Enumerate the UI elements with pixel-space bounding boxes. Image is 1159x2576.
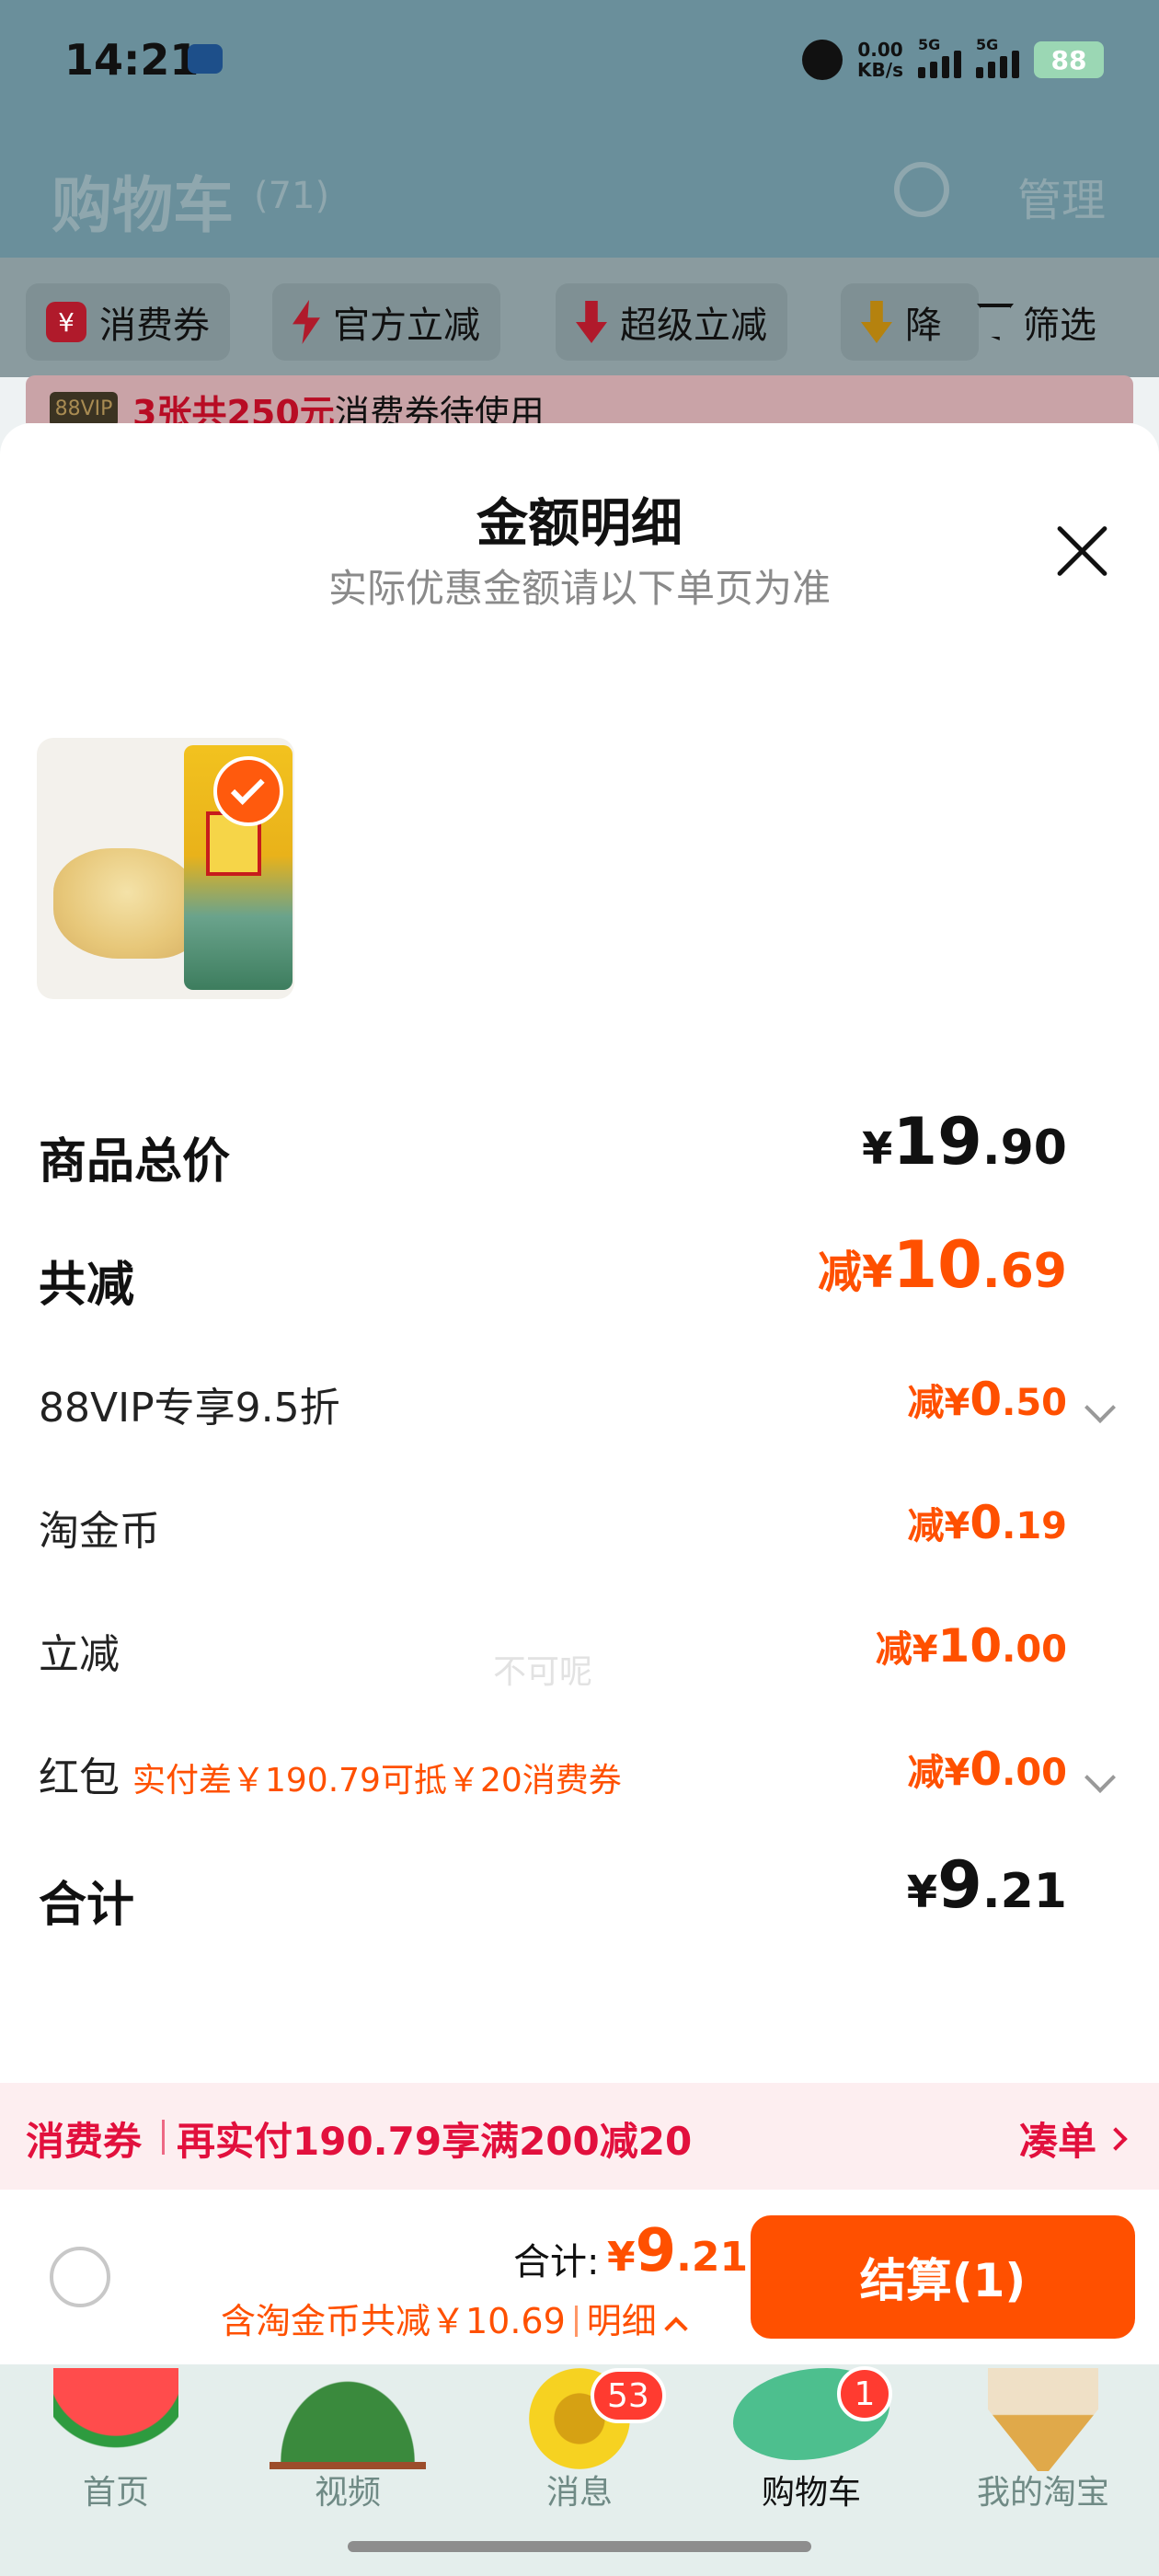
vip-badge: 88VIP bbox=[50, 392, 118, 423]
sheet-title: 金额明细 bbox=[476, 494, 683, 554]
fan-icon bbox=[270, 2368, 426, 2469]
sheet-subtitle: 实际优惠金额请以下单页为准 bbox=[327, 566, 831, 611]
divider bbox=[162, 2120, 165, 2155]
battery-icon: 88 bbox=[1034, 41, 1104, 78]
funnel-icon bbox=[977, 304, 1014, 340]
sum-label: 合计 bbox=[39, 1878, 135, 1933]
divider bbox=[574, 2306, 578, 2337]
total-price-value: ¥19.90 bbox=[862, 1104, 1067, 1179]
page-title: 购物车 bbox=[52, 170, 234, 241]
coupon-tag: 消费券 bbox=[26, 2119, 143, 2164]
instant-discount-value: 减¥10.00 bbox=[875, 1619, 1067, 1673]
filter-chip-official-discount[interactable]: 官方立减 bbox=[272, 283, 500, 361]
selected-check-icon bbox=[213, 756, 283, 826]
signal-icon: 5G bbox=[918, 36, 961, 78]
coin-discount-label: 淘金币 bbox=[39, 1508, 160, 1555]
alarm-icon bbox=[802, 40, 843, 80]
ice-cream-icon bbox=[988, 2368, 1098, 2471]
checkout-button[interactable]: 结算(1) bbox=[751, 2215, 1135, 2339]
cart-count: (71) bbox=[254, 175, 330, 217]
home-indicator[interactable] bbox=[348, 2541, 811, 2552]
signal-icon: 5G bbox=[976, 36, 1019, 78]
arrow-down-icon bbox=[861, 301, 892, 343]
watermark-text: 不可呢 bbox=[493, 1653, 593, 1691]
app-notification-icon bbox=[188, 44, 223, 74]
tab-video[interactable]: 视频 bbox=[256, 2364, 440, 2530]
cart-header: 购物车 (71) 管理 bbox=[0, 129, 1159, 258]
total-discount-value: 减¥10.69 bbox=[818, 1227, 1067, 1303]
manage-button[interactable]: 管理 bbox=[1017, 164, 1106, 228]
cart-count-badge: 1 bbox=[837, 2366, 892, 2421]
tab-my-taobao[interactable]: 我的淘宝 bbox=[951, 2364, 1135, 2530]
product-food-image bbox=[53, 848, 201, 959]
discount-detail-toggle[interactable]: 含淘金币共减￥10.69 明细 bbox=[221, 2293, 688, 2343]
instant-discount-label: 立减 bbox=[39, 1631, 120, 1678]
tab-messages[interactable]: 消息 53 bbox=[488, 2364, 671, 2530]
select-all-checkbox[interactable] bbox=[50, 2247, 110, 2307]
tab-home[interactable]: 首页 bbox=[24, 2364, 208, 2530]
coupon-icon: ¥ bbox=[46, 302, 86, 342]
checkout-total-value: ¥9.21 bbox=[607, 2217, 749, 2285]
chevron-right-icon bbox=[1104, 2127, 1128, 2151]
amount-detail-sheet: 金额明细 实际优惠金额请以下单页为准 商品总价 ¥19.90 共减 减¥10.6… bbox=[0, 423, 1159, 2364]
hongbao-label: 红包 实付差￥190.79可抵￥20消费券 bbox=[39, 1754, 622, 1801]
watermelon-icon bbox=[53, 2368, 178, 2466]
status-bar: 14:21 0.00 KB/s 5G 5G 88 bbox=[0, 0, 1159, 129]
filter-chip-super-discount[interactable]: 超级立减 bbox=[556, 283, 787, 361]
vip-discount-value: 减¥0.50 bbox=[907, 1373, 1068, 1426]
chevron-up-icon bbox=[664, 2317, 688, 2340]
total-discount-label: 共减 bbox=[39, 1258, 135, 1313]
vip-coupon-strip[interactable]: 88VIP 3张共250元消费券待使用 bbox=[26, 375, 1133, 423]
hongbao-value: 减¥0.00 bbox=[907, 1742, 1068, 1796]
status-indicators: 0.00 KB/s 5G 5G 88 bbox=[802, 36, 1104, 83]
checkout-bar: 合计: ¥9.21 含淘金币共减￥10.69 明细 结算(1) bbox=[0, 2190, 1159, 2364]
coin-discount-value: 减¥0.19 bbox=[907, 1496, 1068, 1549]
chevron-down-icon[interactable] bbox=[1084, 1392, 1116, 1423]
message-count-badge: 53 bbox=[591, 2368, 666, 2423]
sum-value: ¥9.21 bbox=[906, 1847, 1067, 1923]
close-icon[interactable] bbox=[1054, 523, 1109, 578]
total-price-label: 商品总价 bbox=[39, 1134, 231, 1190]
arrow-down-icon bbox=[576, 301, 607, 343]
search-icon[interactable] bbox=[894, 162, 949, 217]
tab-cart[interactable]: 购物车 1 bbox=[719, 2364, 903, 2530]
coupon-promo-bar[interactable]: 消费券 再实付190.79享满200减20 凑单 bbox=[0, 2083, 1159, 2190]
filter-chip-price-drop[interactable]: 降 bbox=[841, 283, 979, 361]
lightning-icon bbox=[293, 300, 320, 344]
add-items-link[interactable]: 凑单 bbox=[1019, 2110, 1096, 2167]
filter-chip-coupon[interactable]: ¥ 消费券 bbox=[26, 283, 230, 361]
filter-button[interactable]: 筛选 bbox=[977, 294, 1096, 350]
hongbao-note: 实付差￥190.79可抵￥20消费券 bbox=[132, 1762, 622, 1800]
status-time: 14:21 bbox=[64, 35, 200, 85]
network-speed: 0.00 KB/s bbox=[857, 39, 903, 81]
coupon-text: 再实付190.79享满200减20 bbox=[177, 2119, 693, 2164]
checkout-total-label: 合计: bbox=[513, 2241, 600, 2283]
vip-discount-label: 88VIP专享9.5折 bbox=[39, 1385, 340, 1432]
chevron-down-icon[interactable] bbox=[1084, 1762, 1116, 1793]
